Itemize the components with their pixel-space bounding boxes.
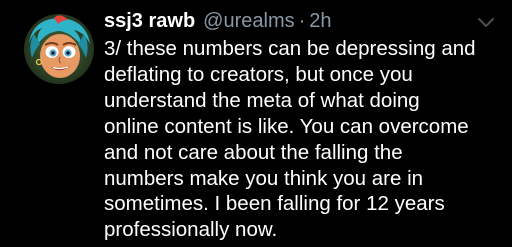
tweet-text-line: professionally now. <box>104 218 278 242</box>
timestamp[interactable]: 2h <box>309 8 331 34</box>
tweet-text-line: sometimes. I been falling for 12 years <box>104 192 445 216</box>
header-separator: · <box>298 10 306 32</box>
tweet-text-line: online content is like. You can overcome <box>104 114 469 138</box>
tweet-header: ssj3 rawb @urealms · 2h <box>104 8 332 34</box>
tweet-text: 3/ these numbers can be depressing and d… <box>104 36 504 243</box>
tweet-text-line: numbers make you think you are in <box>104 166 424 190</box>
display-name[interactable]: ssj3 rawb <box>104 8 195 34</box>
avatar[interactable] <box>24 14 94 84</box>
user-handle[interactable]: @urealms <box>203 8 294 34</box>
tweet-text-line: understand the meta of what doing <box>104 88 420 112</box>
tweet-card[interactable]: ssj3 rawb @urealms · 2h 3/ these numbers… <box>0 0 512 247</box>
tweet-text-line: and not care about the falling the <box>104 140 403 164</box>
tweet-text-line: 3/ these numbers can be depressing and <box>104 37 476 60</box>
chevron-down-icon[interactable] <box>477 15 495 27</box>
avatar-image <box>24 14 94 84</box>
tweet-text-line: deflating to creators, but once you <box>104 62 413 86</box>
